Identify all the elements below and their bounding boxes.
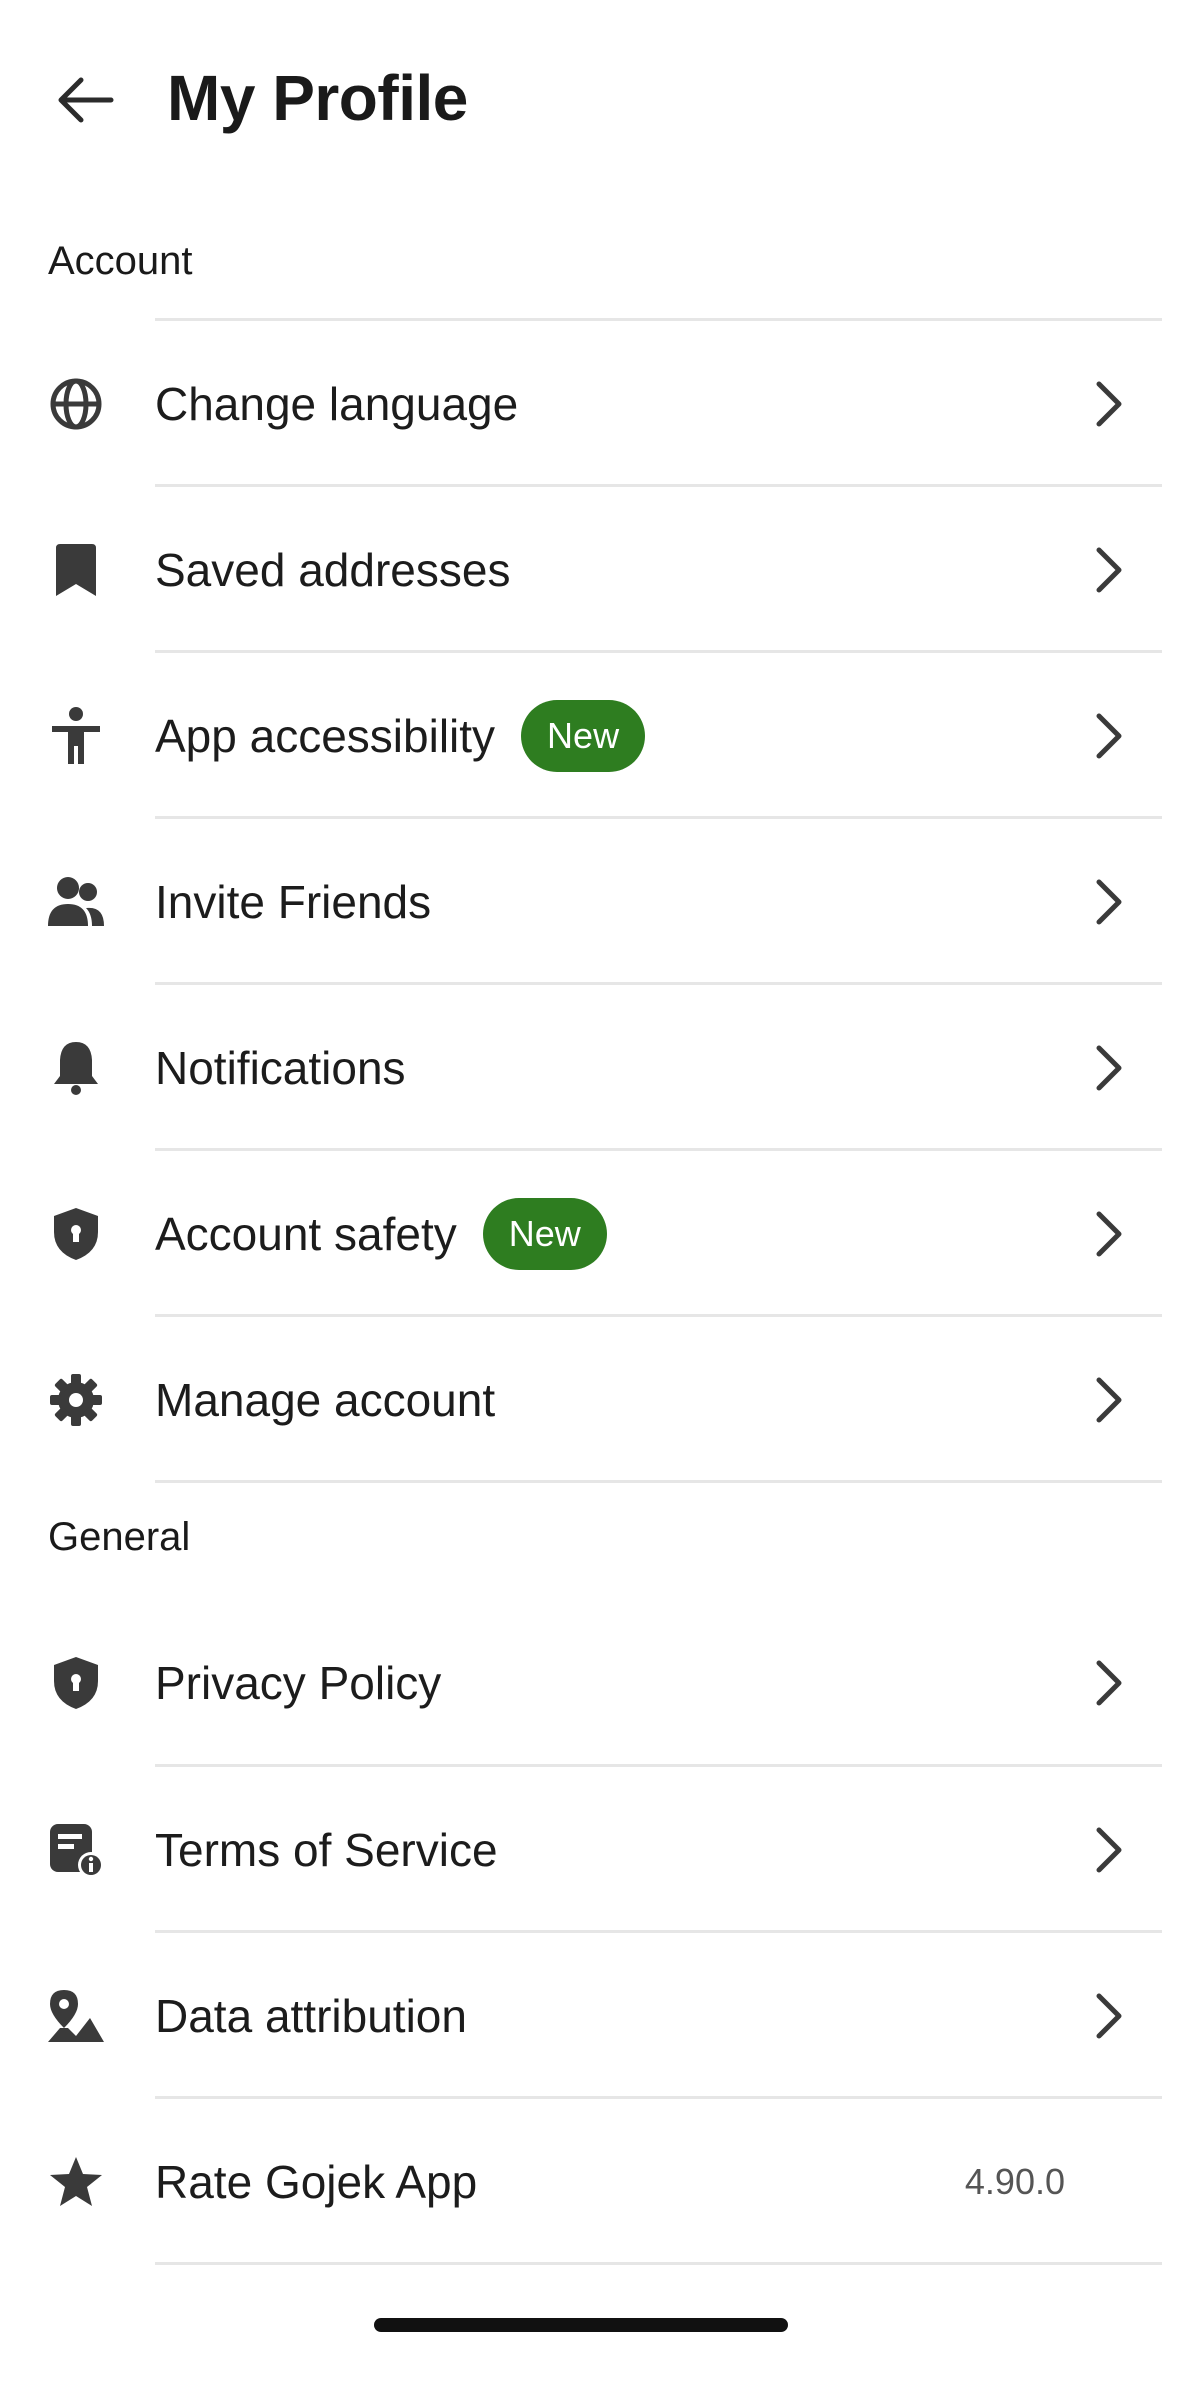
back-button[interactable]: [40, 55, 130, 145]
app-version: 4.90.0: [964, 2160, 1065, 2202]
menu-item-data-attribution[interactable]: Data attribution: [0, 1933, 1179, 2098]
menu-item-label: Saved addresses: [155, 543, 511, 596]
menu-item-rate-app[interactable]: Rate Gojek App 4.90.0: [0, 2099, 1179, 2264]
menu-item-manage-account[interactable]: Manage account: [0, 1317, 1179, 1482]
menu-item-label: Data attribution: [155, 1989, 467, 2042]
chevron-right-icon: [1079, 1820, 1139, 1880]
menu-item-terms-of-service[interactable]: Terms of Service: [0, 1767, 1179, 1932]
chevron-right-icon: [1079, 1986, 1139, 2046]
top-app-bar: My Profile: [0, 0, 1179, 200]
chevron-right-icon: [1079, 872, 1139, 932]
chevron-right-icon: [1079, 706, 1139, 766]
shield-icon: [44, 1651, 108, 1715]
chevron-right-icon: [1079, 1204, 1139, 1264]
menu-item-account-safety[interactable]: Account safety New: [0, 1151, 1179, 1316]
document-info-icon: [44, 1818, 108, 1882]
menu-item-app-accessibility[interactable]: App accessibility New: [0, 653, 1179, 818]
globe-icon: [44, 372, 108, 436]
menu-item-label: Invite Friends: [155, 875, 432, 928]
chevron-right-icon: [1079, 1370, 1139, 1430]
chevron-right-icon: [1079, 1038, 1139, 1098]
divider: [155, 2262, 1162, 2265]
menu-item-change-language[interactable]: Change language: [0, 321, 1179, 486]
chevron-right-icon: [1079, 540, 1139, 600]
shield-icon: [44, 1202, 108, 1266]
section-label-account: Account: [48, 239, 193, 283]
home-indicator: [374, 2318, 788, 2332]
new-badge: New: [482, 1197, 607, 1270]
arrow-left-icon: [58, 77, 114, 123]
menu-item-label: Manage account: [155, 1373, 496, 1426]
menu-item-notifications[interactable]: Notifications: [0, 985, 1179, 1150]
map-pin-icon: [44, 1984, 108, 2048]
divider: [155, 1480, 1162, 1483]
menu-item-label: Rate Gojek App: [155, 2155, 478, 2208]
gear-icon: [44, 1368, 108, 1432]
bookmark-icon: [44, 538, 108, 602]
menu-item-label: Privacy Policy: [155, 1656, 442, 1709]
menu-item-label: Change language: [155, 377, 519, 430]
menu-item-label: Account safety: [155, 1207, 457, 1260]
menu-item-label: Notifications: [155, 1041, 406, 1094]
people-icon: [44, 870, 108, 934]
menu-item-saved-addresses[interactable]: Saved addresses: [0, 487, 1179, 652]
menu-item-label: Terms of Service: [155, 1823, 498, 1876]
menu-item-invite-friends[interactable]: Invite Friends: [0, 819, 1179, 984]
bell-icon: [44, 1036, 108, 1100]
new-badge: New: [521, 699, 646, 772]
menu-item-label: App accessibility: [155, 709, 496, 762]
accessibility-icon: [44, 704, 108, 768]
star-icon: [44, 2150, 108, 2214]
section-label-general: General: [48, 1515, 191, 1559]
chevron-right-icon: [1079, 1653, 1139, 1713]
page-title: My Profile: [167, 62, 468, 134]
menu-item-privacy-policy[interactable]: Privacy Policy: [0, 1600, 1179, 1765]
chevron-right-icon: [1079, 374, 1139, 434]
